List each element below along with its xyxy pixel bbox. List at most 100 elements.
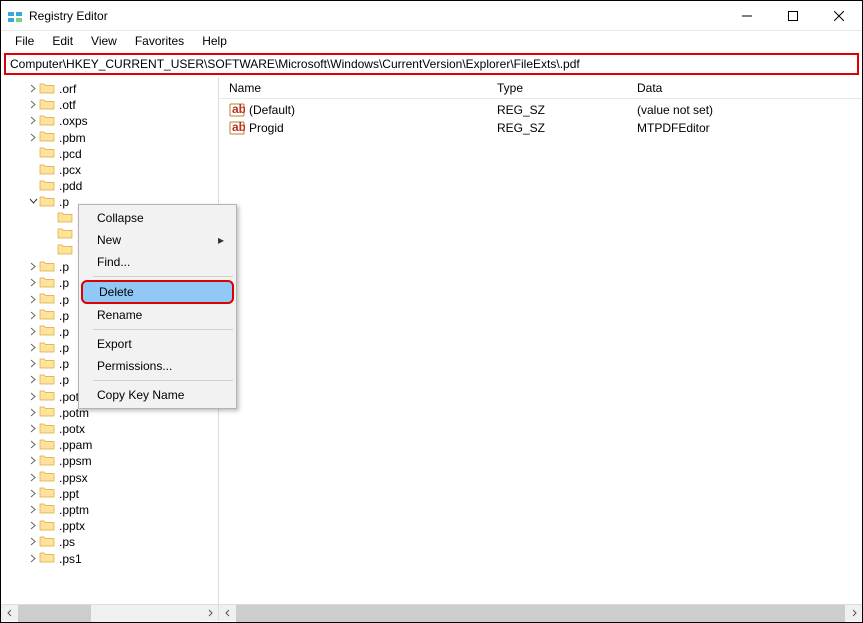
tree-expander[interactable] [27, 131, 39, 145]
tree-expander[interactable] [27, 98, 39, 112]
folder-icon [39, 437, 59, 454]
tree-expander[interactable] [27, 195, 39, 209]
tree-expander[interactable] [27, 487, 39, 501]
tree-expander[interactable] [27, 293, 39, 307]
tree-expander[interactable] [27, 471, 39, 485]
tree-item[interactable]: .ppsx [1, 470, 218, 486]
tree-item[interactable]: .oxps [1, 113, 218, 129]
tree-expander[interactable] [27, 325, 39, 339]
context-new[interactable]: New ▸ [81, 229, 234, 251]
list-scroll-thumb[interactable] [236, 605, 845, 622]
maximize-icon [788, 11, 798, 21]
chevron-right-icon [29, 100, 38, 109]
menu-file[interactable]: File [7, 32, 42, 50]
tree-expander[interactable] [27, 260, 39, 274]
chevron-right-icon [29, 84, 38, 93]
address-bar[interactable]: Computer\HKEY_CURRENT_USER\SOFTWARE\Micr… [4, 53, 859, 75]
context-separator [93, 380, 233, 381]
column-header-type[interactable]: Type [487, 81, 627, 95]
folder-icon [39, 113, 59, 130]
context-rename[interactable]: Rename [81, 304, 234, 326]
tree-item-label: .p [59, 357, 69, 371]
tree-item-label: .p [59, 293, 69, 307]
tree-item[interactable]: .pcx [1, 162, 218, 178]
tree-expander[interactable] [27, 341, 39, 355]
context-copy-key-name[interactable]: Copy Key Name [81, 384, 234, 406]
tree-expander[interactable] [27, 552, 39, 566]
chevron-right-icon [29, 327, 38, 336]
tree-item[interactable]: .ps1 [1, 550, 218, 566]
tree-expander[interactable] [27, 422, 39, 436]
tree-item-label: .p [59, 309, 69, 323]
tree-item[interactable]: .pptx [1, 518, 218, 534]
tree-item-label: .pbm [59, 131, 86, 145]
tree-expander[interactable] [27, 535, 39, 549]
value-name: Progid [249, 121, 284, 135]
tree-expander[interactable] [27, 309, 39, 323]
tree-expander[interactable] [27, 82, 39, 96]
context-collapse[interactable]: Collapse [81, 207, 234, 229]
scroll-right-button[interactable] [201, 605, 218, 622]
tree-item[interactable]: .potx [1, 421, 218, 437]
tree-expander[interactable] [27, 357, 39, 371]
tree-scroll-track[interactable] [18, 605, 201, 622]
value-row[interactable]: abProgidREG_SZMTPDFEditor [219, 119, 862, 137]
scroll-left-button[interactable] [1, 605, 18, 622]
list-scroll-track[interactable] [236, 605, 845, 622]
context-menu: Collapse New ▸ Find... Delete Rename Exp… [78, 204, 237, 409]
tree-expander[interactable] [27, 503, 39, 517]
folder-icon [39, 485, 59, 502]
context-delete[interactable]: Delete [81, 280, 234, 304]
tree-expander[interactable] [27, 114, 39, 128]
tree-horizontal-scrollbar[interactable] [1, 604, 218, 621]
tree-item[interactable]: .orf [1, 81, 218, 97]
folder-icon [39, 129, 59, 146]
tree-item[interactable]: .ppsm [1, 453, 218, 469]
scroll-right-button[interactable] [845, 605, 862, 622]
close-button[interactable] [816, 1, 862, 31]
tree-item[interactable]: .pdd [1, 178, 218, 194]
context-find-label: Find... [97, 255, 130, 269]
menu-help[interactable]: Help [194, 32, 235, 50]
column-header-name[interactable]: Name [219, 81, 487, 95]
value-row[interactable]: ab(Default)REG_SZ(value not set) [219, 101, 862, 119]
folder-icon [39, 550, 59, 567]
tree-item-label: .p [59, 325, 69, 339]
folder-icon [57, 226, 77, 243]
tree-expander[interactable] [27, 406, 39, 420]
tree-item[interactable]: .pptm [1, 502, 218, 518]
chevron-right-icon [29, 473, 38, 482]
tree-expander[interactable] [27, 438, 39, 452]
context-export[interactable]: Export [81, 333, 234, 355]
folder-icon [39, 388, 59, 405]
folder-icon [39, 453, 59, 470]
tree-item[interactable]: .ps [1, 534, 218, 550]
column-header-data[interactable]: Data [627, 81, 862, 95]
values-list[interactable]: ab(Default)REG_SZ(value not set)abProgid… [219, 99, 862, 604]
folder-icon [39, 501, 59, 518]
folder-icon [39, 194, 59, 211]
tree-expander[interactable] [27, 454, 39, 468]
chevron-right-icon [29, 392, 38, 401]
chevron-right-icon [29, 456, 38, 465]
maximize-button[interactable] [770, 1, 816, 31]
menu-view[interactable]: View [83, 32, 125, 50]
context-find[interactable]: Find... [81, 251, 234, 273]
tree-item[interactable]: .otf [1, 97, 218, 113]
tree-item[interactable]: .ppt [1, 486, 218, 502]
tree-expander[interactable] [27, 519, 39, 533]
scroll-left-button[interactable] [219, 605, 236, 622]
tree-item[interactable]: .pcd [1, 146, 218, 162]
tree-item[interactable]: .pbm [1, 130, 218, 146]
context-permissions[interactable]: Permissions... [81, 355, 234, 377]
tree-expander[interactable] [27, 276, 39, 290]
tree-item[interactable]: .ppam [1, 437, 218, 453]
minimize-button[interactable] [724, 1, 770, 31]
tree-expander[interactable] [27, 390, 39, 404]
tree-expander[interactable] [27, 373, 39, 387]
menu-favorites[interactable]: Favorites [127, 32, 192, 50]
tree-scroll-thumb[interactable] [18, 605, 91, 622]
tree-item-label: .p [59, 260, 69, 274]
menu-edit[interactable]: Edit [44, 32, 81, 50]
list-horizontal-scrollbar[interactable] [219, 604, 862, 621]
